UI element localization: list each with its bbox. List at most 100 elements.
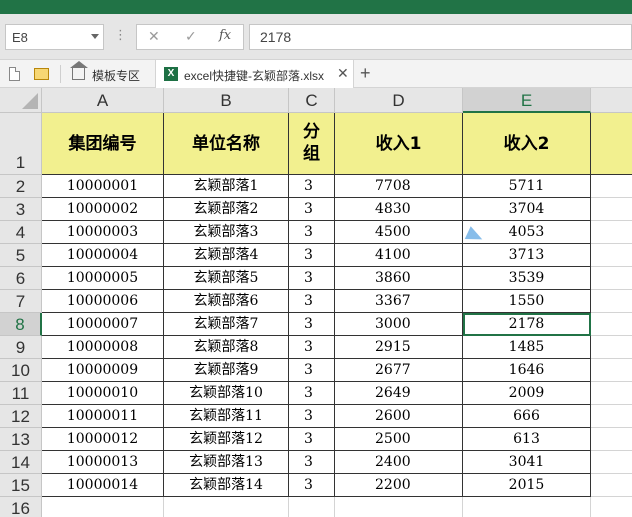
data-cell[interactable]: 玄颖部落10 [164,382,289,405]
column-header-c[interactable]: C [289,88,335,113]
data-cell[interactable]: 10000013 [42,451,164,474]
row-header-1[interactable]: 1 [0,113,42,175]
more-options-icon[interactable]: ⋮ [114,27,127,43]
data-cell[interactable]: 3 [289,405,335,428]
data-cell[interactable]: 4100 [335,244,463,267]
data-cell[interactable]: 3 [289,313,335,336]
column-header-extra[interactable] [591,88,632,113]
row-header-2[interactable]: 2 [0,175,42,198]
data-cell[interactable]: 3 [289,382,335,405]
data-cell[interactable]: 666 [463,405,591,428]
empty-cell[interactable] [591,497,632,517]
name-box[interactable]: E8 [5,24,104,50]
data-cell-extra[interactable] [591,244,632,267]
data-cell[interactable]: 玄颖部落3 [164,221,289,244]
data-cell[interactable]: 1646 [463,359,591,382]
data-cell[interactable]: 3 [289,474,335,497]
data-cell[interactable]: 3 [289,336,335,359]
data-cell[interactable]: 2915 [335,336,463,359]
data-cell[interactable]: 10000009 [42,359,164,382]
tab-workbook[interactable]: X excel快捷键-玄颖部落.xlsx ✕ [155,60,354,88]
row-header-9[interactable]: 9 [0,336,42,359]
row-header-11[interactable]: 11 [0,382,42,405]
empty-cell[interactable] [164,497,289,517]
data-cell[interactable]: 7708 [335,175,463,198]
data-cell[interactable]: 2677 [335,359,463,382]
data-cell[interactable]: 1550 [463,290,591,313]
data-cell[interactable]: 2200 [335,474,463,497]
empty-cell[interactable] [42,497,164,517]
data-cell[interactable]: 3 [289,451,335,474]
data-cell-extra[interactable] [591,428,632,451]
empty-cell[interactable] [335,497,463,517]
data-cell[interactable]: 10000011 [42,405,164,428]
data-cell[interactable]: 玄颖部落11 [164,405,289,428]
data-cell[interactable]: 3713 [463,244,591,267]
enter-icon[interactable]: ✓ [185,28,197,45]
data-cell[interactable]: 3704 [463,198,591,221]
data-cell[interactable]: 10000007 [42,313,164,336]
data-cell[interactable]: 10000010 [42,382,164,405]
data-cell-extra[interactable] [591,474,632,497]
open-folder-icon[interactable] [34,68,49,80]
chevron-down-icon[interactable] [91,34,99,39]
cancel-icon[interactable]: ✕ [148,28,160,45]
data-cell[interactable]: 玄颖部落2 [164,198,289,221]
data-cell[interactable]: 玄颖部落13 [164,451,289,474]
data-cell-extra[interactable] [591,313,632,336]
data-cell[interactable]: 3 [289,198,335,221]
data-cell[interactable]: 3 [289,267,335,290]
row-header-8[interactable]: 8 [0,313,42,336]
column-header-a[interactable]: A [42,88,164,113]
close-icon[interactable]: ✕ [337,65,349,82]
row-header-3[interactable]: 3 [0,198,42,221]
data-cell[interactable]: 10000003 [42,221,164,244]
column-header-b[interactable]: B [164,88,289,113]
row-header-15[interactable]: 15 [0,474,42,497]
data-cell-extra[interactable] [591,198,632,221]
data-cell[interactable]: 5711 [463,175,591,198]
data-cell[interactable]: 3367 [335,290,463,313]
data-cell[interactable]: 玄颖部落1 [164,175,289,198]
data-cell[interactable]: 3000 [335,313,463,336]
data-cell[interactable]: 玄颖部落5 [164,267,289,290]
header-cell-b[interactable]: 单位名称 [164,113,289,175]
empty-cell[interactable] [463,497,591,517]
data-cell[interactable]: 2600 [335,405,463,428]
data-cell[interactable]: 2500 [335,428,463,451]
data-cell[interactable]: 2009 [463,382,591,405]
data-cell[interactable]: 3 [289,221,335,244]
data-cell[interactable]: 613 [463,428,591,451]
row-header-7[interactable]: 7 [0,290,42,313]
data-cell[interactable]: 3860 [335,267,463,290]
row-header-13[interactable]: 13 [0,428,42,451]
data-cell[interactable]: 10000014 [42,474,164,497]
data-cell[interactable]: 3539 [463,267,591,290]
data-cell[interactable]: 玄颖部落8 [164,336,289,359]
data-cell-extra[interactable] [591,221,632,244]
data-cell[interactable]: 10000002 [42,198,164,221]
data-cell[interactable]: 10000012 [42,428,164,451]
insert-function-icon[interactable]: fx [219,28,231,43]
row-header-6[interactable]: 6 [0,267,42,290]
home-icon[interactable] [70,61,88,80]
data-cell[interactable]: 3 [289,175,335,198]
header-cell-extra[interactable] [591,113,632,175]
data-cell[interactable]: 3 [289,359,335,382]
row-header-5[interactable]: 5 [0,244,42,267]
data-cell-extra[interactable] [591,267,632,290]
data-cell[interactable]: 3 [289,244,335,267]
row-header-10[interactable]: 10 [0,359,42,382]
data-cell-extra[interactable] [591,290,632,313]
header-cell-a[interactable]: 集团编号 [42,113,164,175]
empty-cell[interactable] [289,497,335,517]
data-cell[interactable]: 玄颖部落4 [164,244,289,267]
row-header-4[interactable]: 4 [0,221,42,244]
data-cell-extra[interactable] [591,382,632,405]
data-cell-extra[interactable] [591,359,632,382]
data-cell[interactable]: 10000005 [42,267,164,290]
row-header-12[interactable]: 12 [0,405,42,428]
data-cell[interactable]: 玄颖部落9 [164,359,289,382]
data-cell[interactable]: 3041 [463,451,591,474]
data-cell[interactable]: 1485 [463,336,591,359]
